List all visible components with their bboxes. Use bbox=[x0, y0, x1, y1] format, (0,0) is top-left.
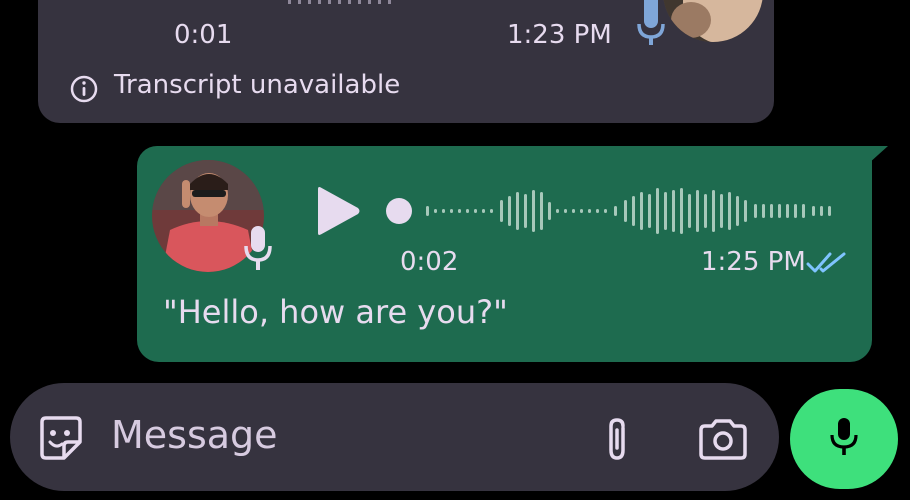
attach-icon[interactable] bbox=[601, 416, 633, 466]
bubble-tail bbox=[868, 146, 888, 164]
incoming-duration: 0:01 bbox=[174, 20, 233, 50]
info-icon bbox=[69, 74, 99, 108]
mic-icon bbox=[243, 224, 273, 276]
incoming-waveform bbox=[288, 0, 391, 4]
incoming-time: 1:23 PM bbox=[507, 20, 612, 50]
record-voice-button[interactable] bbox=[790, 389, 898, 489]
camera-icon[interactable] bbox=[697, 418, 749, 464]
outgoing-waveform[interactable] bbox=[384, 184, 844, 240]
mic-icon bbox=[828, 417, 860, 461]
outgoing-time: 1:25 PM bbox=[701, 247, 806, 277]
transcript-unavailable-note: Transcript unavailable bbox=[114, 70, 401, 100]
sticker-icon[interactable] bbox=[36, 416, 86, 466]
message-input[interactable]: Message bbox=[111, 413, 278, 457]
message-composer[interactable]: Message bbox=[10, 383, 779, 491]
double-check-icon bbox=[806, 250, 848, 280]
play-icon[interactable] bbox=[314, 186, 362, 240]
outgoing-duration: 0:02 bbox=[400, 247, 459, 277]
outgoing-transcript: "Hello, how are you?" bbox=[163, 293, 508, 331]
mic-icon bbox=[636, 0, 666, 50]
